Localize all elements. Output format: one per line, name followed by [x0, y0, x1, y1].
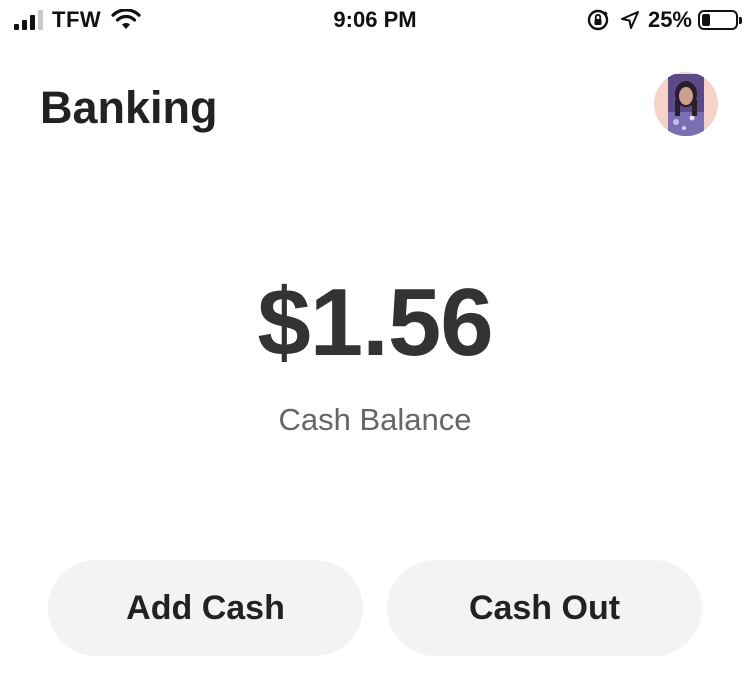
- battery-percent: 25%: [647, 7, 692, 32]
- location-arrow-icon: [620, 10, 640, 30]
- cash-balance-label: Cash Balance: [278, 402, 472, 437]
- orientation-lock-icon: [586, 8, 610, 32]
- cash-balance-amount: $1.56: [257, 269, 493, 376]
- status-right: 25%: [586, 6, 742, 34]
- battery-icon: [698, 10, 742, 30]
- page-title: Banking: [40, 82, 218, 133]
- battery-level: [702, 14, 710, 26]
- add-cash-button[interactable]: Add Cash: [48, 560, 363, 656]
- cash-out-button[interactable]: Cash Out: [387, 560, 702, 656]
- avatar[interactable]: [654, 72, 718, 136]
- status-bar: TFW 9:06 PM 25%: [0, 0, 750, 40]
